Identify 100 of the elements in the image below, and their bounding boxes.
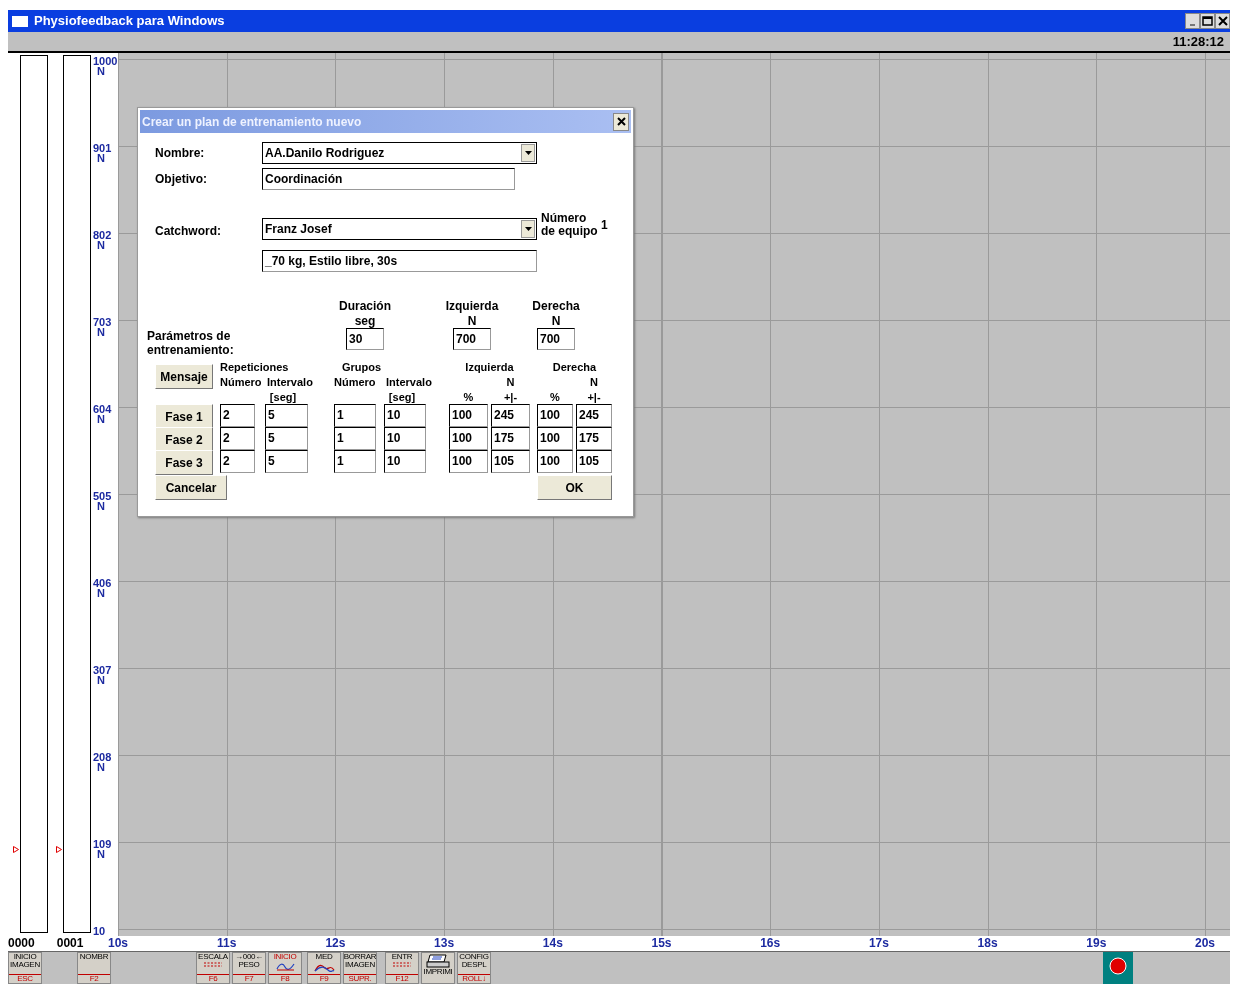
input-field[interactable]: 1 xyxy=(334,404,376,427)
unit-label: N xyxy=(589,375,599,390)
input-field[interactable]: 1 xyxy=(334,450,376,473)
column-header: Duración xyxy=(338,299,392,314)
input-field[interactable]: 5 xyxy=(265,404,308,427)
field-label: Objetivo: xyxy=(155,171,208,188)
input-field[interactable]: 10 xyxy=(384,404,426,427)
unit-label: N xyxy=(96,762,105,772)
unit-label: N xyxy=(96,675,105,685)
axis-label: 14s xyxy=(542,936,563,951)
clock-time: 11:28:12 xyxy=(1172,32,1224,51)
toolbar-button[interactable]: ESCALA F6 xyxy=(196,952,230,984)
toolbar-button[interactable]: MED F9 xyxy=(307,952,341,984)
axis-label: 1000 xyxy=(93,56,118,66)
input-field[interactable]: 100 xyxy=(537,404,573,427)
toolbar-button[interactable]: →000← PESO F7 xyxy=(232,952,266,984)
input-field[interactable]: 10 xyxy=(384,450,426,473)
caret-icon xyxy=(524,227,532,231)
axis-label: 20s xyxy=(1195,936,1215,951)
input-field[interactable]: 30 xyxy=(346,328,384,350)
input-field[interactable]: 100 xyxy=(537,427,573,450)
column-header: Izquierda xyxy=(464,360,515,375)
unit-label: N xyxy=(505,375,516,390)
toolbar-button[interactable]: NOMBR F2 xyxy=(77,952,111,984)
axis-label: 12s xyxy=(325,936,346,951)
dropdown-field[interactable]: AA.Danilo Rodriguez xyxy=(262,142,537,164)
input-field[interactable]: 100 xyxy=(449,404,488,427)
unit-label: N xyxy=(96,414,105,424)
toolbar-button[interactable]: INICIO F8 xyxy=(268,952,302,984)
toolbar-button[interactable]: IMPRIMI xyxy=(421,952,455,984)
axis-label: 11s xyxy=(217,936,237,951)
record-button[interactable] xyxy=(1103,952,1133,984)
unit-label: N xyxy=(96,849,105,859)
input-field[interactable]: 700 xyxy=(453,328,491,350)
dropdown-button[interactable] xyxy=(521,144,535,162)
input-field[interactable]: 2 xyxy=(220,404,255,427)
dropdown-field[interactable]: Franz Josef xyxy=(262,218,537,240)
axis-label: 10s xyxy=(108,936,128,951)
unit-label: N xyxy=(96,327,105,337)
ok-button[interactable]: OK xyxy=(537,475,612,500)
axis-label: 307 xyxy=(93,665,112,675)
unit-label: [seg] xyxy=(268,390,298,404)
unit-label: N xyxy=(96,501,105,511)
column-header: Grupos xyxy=(341,360,383,375)
column-header: Izquierda xyxy=(444,299,500,314)
input-field[interactable]: 700 xyxy=(537,328,575,350)
message-button[interactable]: Mensaje xyxy=(155,364,213,389)
toolbar-button[interactable]: ENTR F12 xyxy=(385,952,419,984)
axis-label: 505 xyxy=(93,491,112,501)
toolbar-button[interactable]: BORRAR IMAGEN SUPR. xyxy=(343,952,377,984)
axis-label: 208 xyxy=(93,752,112,762)
unit-label: N xyxy=(96,153,105,163)
input-field[interactable]: 245 xyxy=(491,404,530,427)
input-field[interactable]: 175 xyxy=(491,427,530,450)
close-icon xyxy=(616,117,626,126)
unit-label: N xyxy=(96,240,105,250)
dialog-title: Crear un plan de entrenamiento nuevo xyxy=(142,113,362,131)
toolbar-button[interactable]: INICIO IMAGEN ESC xyxy=(8,952,42,984)
phase-button[interactable]: Fase 1 xyxy=(155,404,213,429)
input-field[interactable]: 100 xyxy=(537,450,573,473)
unit-label: [seg] xyxy=(387,390,417,404)
input-field[interactable]: 5 xyxy=(265,427,308,450)
input-field[interactable]: Coordinación xyxy=(262,168,515,190)
unit-label: N xyxy=(466,314,478,328)
axis-label: 18s xyxy=(977,936,998,951)
maximize-button[interactable] xyxy=(1200,13,1215,29)
input-field[interactable]: _70 kg, Estilo libre, 30s xyxy=(262,250,537,272)
record-icon xyxy=(1109,957,1127,975)
window-title: Physiofeedback para Windows xyxy=(34,12,225,31)
input-field[interactable]: 175 xyxy=(576,427,612,450)
cancel-button[interactable]: Cancelar xyxy=(155,475,227,500)
dropdown-button[interactable] xyxy=(521,220,535,238)
column-header: Repeticiones xyxy=(220,360,290,375)
input-field[interactable]: 2 xyxy=(220,427,255,450)
axis-label: 16s xyxy=(760,936,781,951)
unit-label: seg xyxy=(353,314,377,328)
phase-button[interactable]: Fase 2 xyxy=(155,427,213,452)
close-button[interactable] xyxy=(1215,13,1230,29)
caret-icon xyxy=(524,151,532,155)
axis-label: 19s xyxy=(1086,936,1107,951)
unit-label: N xyxy=(550,314,562,328)
column-header: +|- xyxy=(502,390,519,404)
input-field[interactable]: 10 xyxy=(384,427,426,450)
axis-label: 604 xyxy=(93,404,112,414)
column-header: Intervalo xyxy=(386,375,433,390)
input-field[interactable]: 105 xyxy=(491,450,530,473)
input-field[interactable]: 105 xyxy=(576,450,612,473)
meter-label: 0000 xyxy=(8,936,35,951)
input-field[interactable]: 5 xyxy=(265,450,308,473)
input-field[interactable]: 1 xyxy=(334,427,376,450)
column-header: Número xyxy=(334,375,377,390)
close-button[interactable] xyxy=(613,112,629,131)
input-field[interactable]: 100 xyxy=(449,427,488,450)
phase-button[interactable]: Fase 3 xyxy=(155,450,213,475)
input-field[interactable]: 245 xyxy=(576,404,612,427)
printer-icon xyxy=(426,953,450,968)
input-field[interactable]: 100 xyxy=(449,450,488,473)
column-header: +|- xyxy=(586,390,602,404)
toolbar-button[interactable]: CONFIG DESPL ROLL↓ xyxy=(457,952,491,984)
input-field[interactable]: 2 xyxy=(220,450,255,473)
